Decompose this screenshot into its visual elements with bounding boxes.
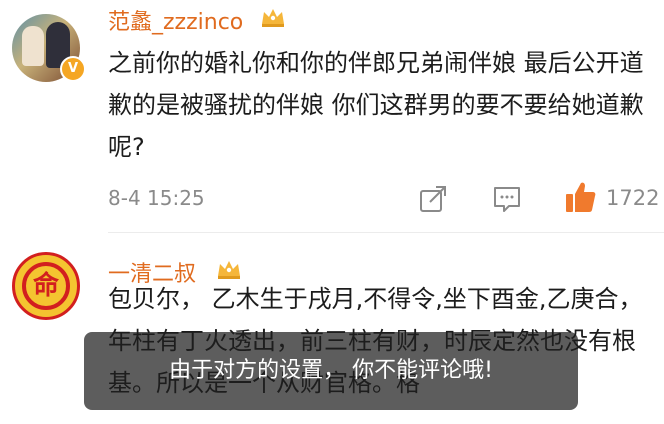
toast-message: 由于对方的设置， 你不能评论哦! <box>84 332 578 410</box>
comment-divider <box>108 232 664 233</box>
comment-username[interactable]: 范蠡_zzzinco <box>108 4 243 36</box>
comment-text: 之前你的婚礼你和你的伴郎兄弟闹伴娘 最后公开道歉的是被骚扰的伴娘 你们这群男的要… <box>108 49 644 161</box>
vip-crown-icon <box>218 261 240 279</box>
share-icon[interactable] <box>418 184 448 214</box>
vip-crown-icon <box>262 9 284 27</box>
comment-icon[interactable] <box>492 184 522 214</box>
like-count: 1722 <box>606 186 660 210</box>
comment-timestamp: 8-4 15:25 <box>108 186 205 210</box>
thumbs-up-icon[interactable] <box>564 180 596 214</box>
avatar-figure <box>22 26 44 66</box>
verified-badge-icon: V <box>60 56 86 82</box>
avatar-glyph: 命 <box>32 271 59 301</box>
user-avatar[interactable]: 命 <box>12 252 80 320</box>
